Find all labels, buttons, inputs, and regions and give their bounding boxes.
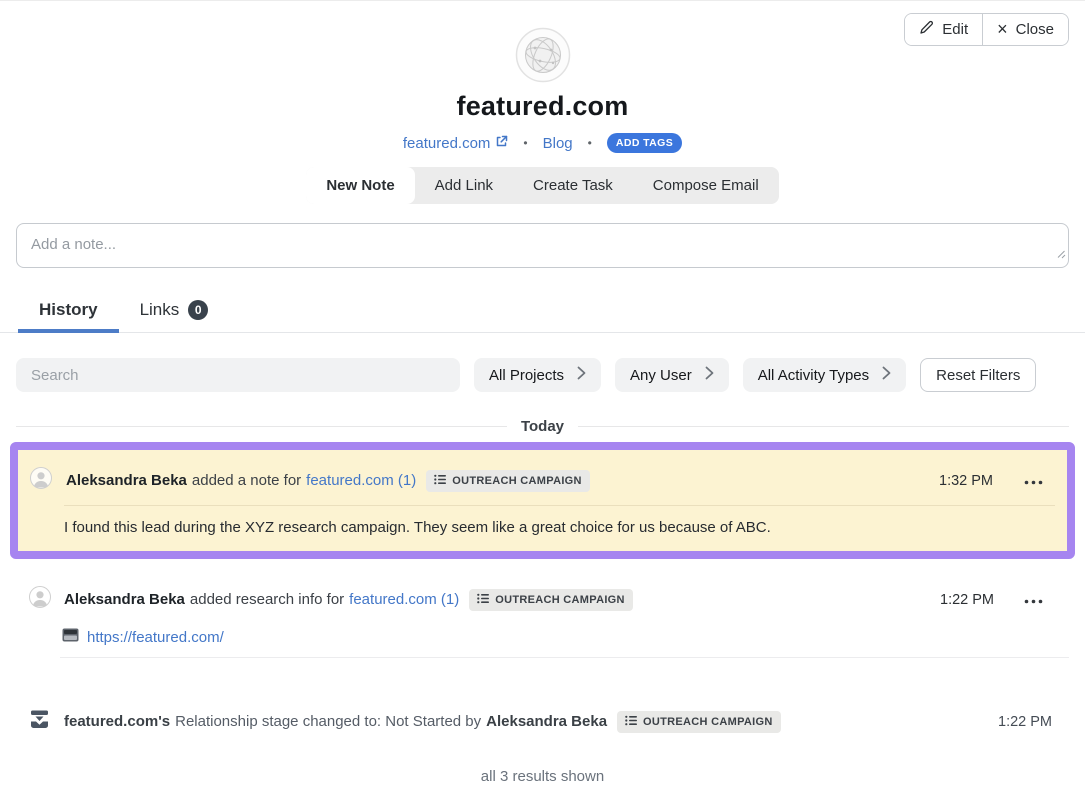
note-input-box xyxy=(16,223,1069,268)
activity-item-research: Aleksandra Beka added research info for … xyxy=(0,573,1085,658)
list-icon xyxy=(434,474,446,488)
chevron-right-icon xyxy=(882,366,891,384)
subject-name: featured.com's xyxy=(64,713,170,730)
tab-links[interactable]: Links 0 xyxy=(119,289,230,333)
target-link[interactable]: featured.com (1) xyxy=(306,472,416,489)
external-link-icon xyxy=(495,135,508,152)
target-link[interactable]: featured.com (1) xyxy=(349,591,459,608)
action-tabs: New Note Add Link Create Task Compose Em… xyxy=(306,167,778,204)
close-button[interactable]: × Close xyxy=(983,14,1068,45)
activity-header: Aleksandra Beka added research info for … xyxy=(0,573,1085,620)
window-actions: Edit × Close xyxy=(904,13,1069,46)
action-text: added research info for xyxy=(190,591,344,608)
activity-summary: featured.com's Relationship stage change… xyxy=(64,711,973,733)
note-text: I found this lead during the XYZ researc… xyxy=(18,506,1067,551)
tab-add-link[interactable]: Add Link xyxy=(415,167,513,204)
tab-history[interactable]: History xyxy=(18,289,119,333)
timestamp: 1:32 PM xyxy=(939,473,993,489)
activity-header: Aleksandra Beka added a note for feature… xyxy=(18,450,1067,505)
add-tags-button[interactable]: ADD TAGS xyxy=(607,133,682,153)
close-icon: × xyxy=(997,20,1008,38)
close-button-label: Close xyxy=(1016,21,1054,38)
person-avatar-icon xyxy=(29,466,53,495)
note-input[interactable] xyxy=(16,223,1069,268)
user-filter-label: Any User xyxy=(630,367,692,384)
action-text: added a note for xyxy=(192,472,301,489)
list-icon xyxy=(625,715,637,729)
campaign-badge-label: OUTREACH CAMPAIGN xyxy=(643,716,773,728)
tab-history-label: History xyxy=(39,300,98,320)
tab-create-task[interactable]: Create Task xyxy=(513,167,633,204)
timestamp: 1:22 PM xyxy=(998,714,1052,730)
activity-types-filter-label: All Activity Types xyxy=(758,367,869,384)
activity-item-stage-change: featured.com's Relationship stage change… xyxy=(0,708,1085,735)
edit-button-label: Edit xyxy=(942,21,968,38)
website-link-label: featured.com xyxy=(403,135,491,152)
blog-link[interactable]: Blog xyxy=(543,135,573,152)
dot-separator: • xyxy=(523,136,527,150)
user-filter-dropdown[interactable]: Any User xyxy=(615,358,729,392)
website-link[interactable]: featured.com xyxy=(403,135,509,152)
actor-name: Aleksandra Beka xyxy=(64,591,185,608)
list-icon xyxy=(477,593,489,607)
activity-types-filter-dropdown[interactable]: All Activity Types xyxy=(743,358,906,392)
campaign-badge-label: OUTREACH CAMPAIGN xyxy=(495,594,625,606)
research-link-row: https://featured.com/ xyxy=(0,620,1085,656)
activity-summary: Aleksandra Beka added a note for feature… xyxy=(66,470,914,492)
more-menu-button[interactable] xyxy=(1020,470,1047,491)
webpage-icon xyxy=(62,628,79,646)
dot-separator: • xyxy=(588,136,592,150)
links-count-badge: 0 xyxy=(188,300,208,320)
ellipsis-icon xyxy=(1024,592,1043,607)
divider-line xyxy=(578,426,1069,427)
search-input[interactable] xyxy=(16,358,460,392)
chevron-right-icon xyxy=(705,366,714,384)
reset-filters-button[interactable]: Reset Filters xyxy=(920,358,1036,392)
pencil-icon xyxy=(919,20,934,39)
divider-line xyxy=(16,426,507,427)
edit-button[interactable]: Edit xyxy=(905,14,982,45)
action-text: Relationship stage changed to: Not Start… xyxy=(175,713,481,730)
view-tabs: History Links 0 xyxy=(0,289,1085,333)
stage-change-icon xyxy=(28,708,51,735)
actor-name: Aleksandra Beka xyxy=(66,472,187,489)
research-url-link[interactable]: https://featured.com/ xyxy=(87,629,224,646)
filters-bar: All Projects Any User All Activity Types… xyxy=(16,358,1069,392)
projects-filter-dropdown[interactable]: All Projects xyxy=(474,358,601,392)
activity-summary: Aleksandra Beka added research info for … xyxy=(64,589,916,611)
results-count-label: all 3 results shown xyxy=(0,768,1085,785)
tab-links-label: Links xyxy=(140,300,180,320)
more-menu-button[interactable] xyxy=(1020,589,1047,610)
item-separator xyxy=(60,657,1069,658)
ellipsis-icon xyxy=(1024,473,1043,488)
date-group-label: Today xyxy=(521,418,564,435)
globe-avatar-icon xyxy=(515,27,571,83)
campaign-badge-label: OUTREACH CAMPAIGN xyxy=(452,475,582,487)
projects-filter-label: All Projects xyxy=(489,367,564,384)
header-links: featured.com • Blog • ADD TAGS xyxy=(0,133,1085,153)
campaign-badge[interactable]: OUTREACH CAMPAIGN xyxy=(617,711,781,733)
actor-name: Aleksandra Beka xyxy=(486,713,607,730)
person-avatar-icon xyxy=(28,585,52,614)
campaign-badge[interactable]: OUTREACH CAMPAIGN xyxy=(469,589,633,611)
activity-item-note: Aleksandra Beka added a note for feature… xyxy=(10,442,1075,559)
tab-new-note[interactable]: New Note xyxy=(306,167,414,204)
date-divider: Today xyxy=(16,418,1069,435)
tab-compose-email[interactable]: Compose Email xyxy=(633,167,779,204)
campaign-badge[interactable]: OUTREACH CAMPAIGN xyxy=(426,470,590,492)
page-title: featured.com xyxy=(0,91,1085,121)
timestamp: 1:22 PM xyxy=(940,592,994,608)
chevron-right-icon xyxy=(577,366,586,384)
